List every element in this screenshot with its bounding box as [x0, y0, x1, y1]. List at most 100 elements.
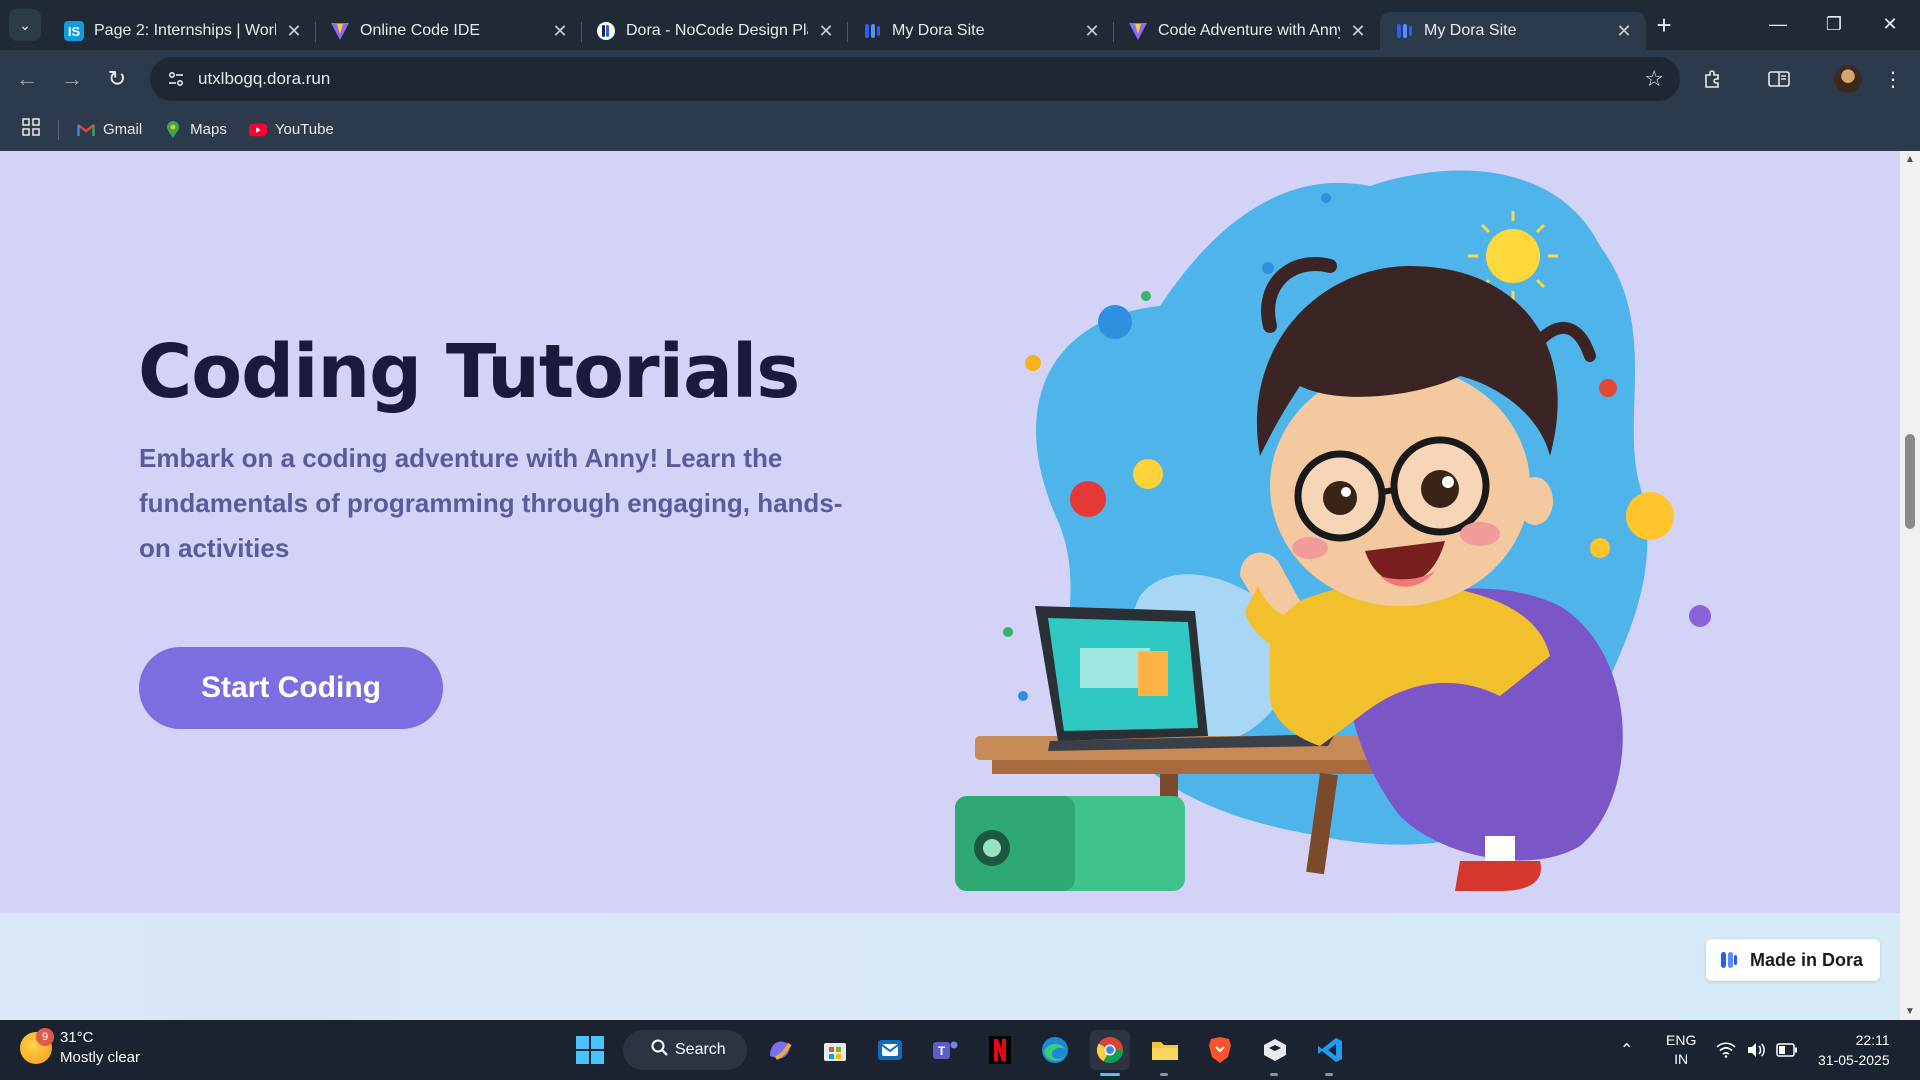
- bookmark-youtube[interactable]: YouTube: [248, 121, 334, 139]
- internshala-icon: IS: [64, 21, 84, 41]
- tab-title: Online Code IDE: [360, 22, 481, 39]
- profile-avatar[interactable]: [1834, 65, 1862, 93]
- wifi-icon[interactable]: [1716, 1020, 1736, 1080]
- minimize-icon: —: [1769, 13, 1787, 34]
- forward-button[interactable]: →: [55, 62, 89, 96]
- input-language[interactable]: ENG IN: [1666, 1020, 1696, 1080]
- scroll-down-icon[interactable]: ▼: [1904, 1006, 1916, 1017]
- restore-button[interactable]: ❐: [1806, 0, 1862, 48]
- brave-icon[interactable]: [1200, 1030, 1240, 1070]
- chevron-down-icon: ⌄: [19, 16, 31, 33]
- hero-section: Coding Tutorials Embark on a coding adve…: [0, 151, 1900, 913]
- made-in-dora-badge[interactable]: Made in Dora: [1706, 939, 1880, 981]
- edge-icon[interactable]: [1035, 1030, 1075, 1070]
- tab-my-dora-site[interactable]: My Dora Site ✕: [848, 12, 1114, 50]
- search-label: Search: [675, 1041, 726, 1058]
- outlook-icon[interactable]: [870, 1030, 910, 1070]
- vscode-icon[interactable]: [1310, 1030, 1350, 1070]
- clock-time: 22:11: [1855, 1032, 1890, 1048]
- dora-icon: [862, 21, 882, 41]
- address-bar[interactable]: utxlbogq.dora.run ☆: [150, 57, 1680, 101]
- netflix-icon[interactable]: [980, 1030, 1020, 1070]
- start-coding-button[interactable]: Start Coding: [139, 647, 443, 729]
- close-window-button[interactable]: ✕: [1862, 0, 1918, 48]
- scrollbar-thumb[interactable]: [1905, 434, 1915, 529]
- restore-icon: ❐: [1825, 13, 1843, 34]
- hero-subtitle: Embark on a coding adventure with Anny! …: [139, 443, 843, 563]
- back-button[interactable]: ←: [10, 62, 44, 96]
- clock[interactable]: 22:11 31-05-2025: [1818, 1020, 1890, 1080]
- close-tab-icon[interactable]: ✕: [1614, 21, 1634, 41]
- reading-mode-icon[interactable]: [1764, 64, 1794, 94]
- bookmark-maps[interactable]: Maps: [164, 120, 227, 139]
- tab-title: Dora - NoCode Design Plat: [626, 22, 808, 39]
- notification-badge: 9: [36, 1028, 54, 1046]
- battery-icon[interactable]: [1776, 1020, 1798, 1080]
- chevron-up-icon: ⌃: [1620, 1042, 1634, 1059]
- chrome-icon[interactable]: [1090, 1030, 1130, 1070]
- teams-icon[interactable]: T: [925, 1030, 965, 1070]
- youtube-icon: [248, 121, 267, 139]
- tab-my-dora-site-active[interactable]: My Dora Site ✕: [1380, 12, 1646, 50]
- file-explorer-icon[interactable]: [1145, 1030, 1185, 1070]
- bookmarks-bar: Gmail Maps YouTube: [0, 108, 1920, 151]
- tab-search-button[interactable]: ⌄: [9, 9, 41, 41]
- maps-icon: [164, 120, 182, 139]
- bookmark-gmail[interactable]: Gmail: [77, 121, 142, 139]
- dora-icon: [1721, 952, 1737, 968]
- next-section: [0, 913, 1900, 1020]
- site-info-icon[interactable]: [156, 59, 196, 99]
- tab-online-code-ide[interactable]: Online Code IDE ✕: [316, 12, 582, 50]
- weather-temp: 31°C: [60, 1029, 94, 1046]
- windows-start-icon[interactable]: [570, 1030, 610, 1070]
- tab-internshala[interactable]: IS Page 2: Internships | Work I ✕: [50, 12, 316, 50]
- gmail-icon: [77, 121, 95, 139]
- plus-icon: +: [1656, 9, 1672, 40]
- new-tab-button[interactable]: +: [1650, 8, 1678, 42]
- svg-text:T: T: [938, 1044, 946, 1058]
- arrow-right-icon: →: [61, 66, 83, 91]
- browser-menu-icon[interactable]: ⋮: [1878, 64, 1908, 94]
- page-scrollbar[interactable]: ▲ ▼: [1900, 151, 1920, 1020]
- bookmark-label: YouTube: [274, 121, 334, 138]
- close-icon: ✕: [1882, 13, 1898, 34]
- app-icon[interactable]: [1255, 1030, 1295, 1070]
- apps-grid-icon[interactable]: [22, 118, 40, 141]
- vite-icon: [1128, 21, 1148, 41]
- arrow-left-icon: ←: [16, 66, 38, 91]
- close-tab-icon[interactable]: ✕: [1348, 21, 1368, 41]
- volume-icon[interactable]: [1746, 1020, 1766, 1080]
- tab-list: IS Page 2: Internships | Work I ✕ Online…: [50, 6, 1646, 50]
- windows-taskbar: 9 31°C Mostly clear Search T ⌃ ENG IN 22…: [0, 1020, 1920, 1080]
- tab-title: My Dora Site: [1424, 22, 1517, 39]
- bookmark-star-icon[interactable]: ☆: [1644, 66, 1664, 92]
- close-tab-icon[interactable]: ✕: [284, 21, 304, 41]
- extensions-icon[interactable]: [1698, 64, 1728, 94]
- reload-button[interactable]: ↻: [100, 62, 134, 96]
- page-title: Coding Tutorials: [138, 329, 800, 415]
- reload-icon: ↻: [107, 66, 127, 91]
- tab-title: Page 2: Internships | Work I: [94, 22, 276, 39]
- close-tab-icon[interactable]: ✕: [1082, 21, 1102, 41]
- tab-strip: ⌄ IS Page 2: Internships | Work I ✕ Onli…: [0, 0, 1920, 50]
- dora-icon: [1394, 21, 1414, 41]
- taskbar-search[interactable]: Search: [623, 1030, 747, 1070]
- microsoft-store-icon[interactable]: [815, 1030, 855, 1070]
- copilot-icon[interactable]: [760, 1030, 800, 1070]
- tab-dora-design-platform[interactable]: Dora - NoCode Design Plat ✕: [582, 12, 848, 50]
- bookmark-label: Maps: [190, 121, 227, 138]
- url-text: utxlbogq.dora.run: [198, 69, 331, 88]
- scroll-up-icon[interactable]: ▲: [1904, 154, 1916, 165]
- minimize-button[interactable]: —: [1750, 0, 1806, 48]
- show-hidden-icons[interactable]: ⌃: [1620, 1020, 1633, 1080]
- vite-icon: [330, 21, 350, 41]
- dora-icon: [596, 21, 616, 41]
- weather-widget[interactable]: 9 31°C Mostly clear: [20, 1028, 140, 1068]
- language-code: ENG: [1666, 1032, 1697, 1048]
- close-tab-icon[interactable]: ✕: [550, 21, 570, 41]
- bookmark-label: Gmail: [103, 121, 143, 138]
- weather-icon: 9: [20, 1028, 54, 1064]
- tab-code-adventure[interactable]: Code Adventure with Anny ✕: [1114, 12, 1380, 50]
- hero-illustration: [955, 170, 1711, 891]
- close-tab-icon[interactable]: ✕: [816, 21, 836, 41]
